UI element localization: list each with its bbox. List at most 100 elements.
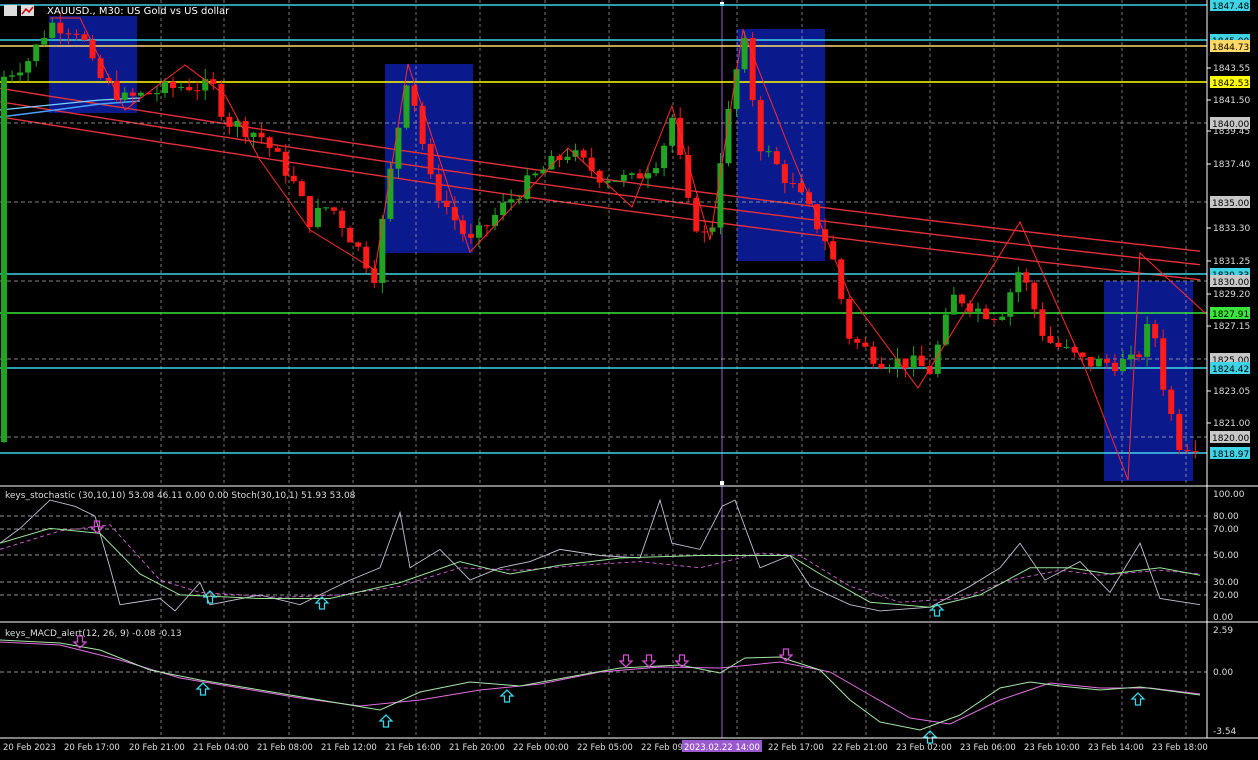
- candle-body: [331, 207, 338, 211]
- window-menu-icon[interactable]: [4, 5, 17, 16]
- candle-body: [347, 228, 354, 243]
- candle-body: [1007, 292, 1014, 317]
- candle-body: [1079, 352, 1086, 357]
- candle-body: [975, 308, 982, 312]
- price-tick-label: 1821.00: [1213, 419, 1250, 429]
- time-tick-label: 20 Feb 17:00: [64, 743, 120, 753]
- candle-body: [443, 200, 450, 207]
- time-tick-label: 21 Feb 04:00: [193, 743, 249, 753]
- time-tick-label: 23 Feb 06:00: [960, 743, 1016, 753]
- chart-background: [0, 0, 1258, 756]
- candle-body: [789, 182, 796, 184]
- candle-body: [886, 367, 893, 369]
- time-tick-label: 23 Feb 14:00: [1088, 743, 1144, 753]
- time-tick-label: 22 Feb 00:00: [513, 743, 569, 753]
- candle-body: [733, 69, 740, 109]
- time-tick-label: 21 Feb 12:00: [321, 743, 377, 753]
- candle-body: [371, 268, 378, 283]
- candle-body: [258, 132, 265, 138]
- candle-body: [564, 156, 571, 161]
- price-tick-label: 1823.05: [1213, 387, 1250, 397]
- candle-body: [653, 168, 660, 174]
- candle-body: [532, 173, 539, 176]
- time-tick-label: 22 Feb 05:00: [577, 743, 633, 753]
- candle-body: [797, 183, 804, 193]
- candle-body: [701, 231, 708, 233]
- candle-body: [854, 338, 861, 343]
- candle-body: [983, 308, 990, 319]
- chart-title: XAUUSD., M30: US Gold vs US dollar: [47, 6, 230, 17]
- candle-body: [492, 214, 499, 226]
- price-level-value: 1830.00: [1212, 278, 1249, 288]
- candle-body: [475, 225, 482, 238]
- price-tick-label: 1843.55: [1213, 64, 1250, 74]
- candle-body: [685, 154, 692, 198]
- candle-body: [862, 342, 869, 347]
- candle-body: [274, 148, 281, 152]
- candle-body: [878, 363, 885, 369]
- price-level-value: 1820.00: [1212, 434, 1249, 444]
- candle-body: [870, 346, 877, 364]
- chart-canvas[interactable]: 1843.551841.501839.451837.401833.301831.…: [0, 0, 1258, 756]
- time-tick-label: 22 Feb 21:00: [832, 743, 888, 753]
- candle-body: [709, 227, 716, 232]
- candle-body: [910, 355, 917, 369]
- candle-body: [298, 181, 305, 197]
- trading-chart-window[interactable]: 1843.55 1841.50 1839.45 1837.40 1833.30 1831.…: [0, 0, 1258, 756]
- candle-body: [17, 72, 24, 76]
- price-level-value: 1847.48: [1212, 2, 1249, 12]
- candle-body: [81, 34, 88, 40]
- candle-body: [749, 38, 756, 101]
- candle-body: [129, 92, 136, 96]
- candle-body: [41, 37, 48, 45]
- candle-body: [612, 180, 619, 182]
- macd-tick-label: 0.00: [1213, 668, 1233, 678]
- candle-body: [1176, 414, 1183, 450]
- candle-body: [153, 93, 160, 95]
- price-level-value: 1840.00: [1212, 120, 1249, 130]
- price-level-value: 1827.91: [1212, 310, 1249, 320]
- price-tick-label: 1841.50: [1213, 96, 1250, 106]
- candle-body: [958, 294, 965, 304]
- candle-body: [1087, 356, 1094, 367]
- candle-body: [282, 151, 289, 176]
- price-level-value: 1842.53: [1212, 79, 1249, 89]
- macd-tick-label: -3.54: [1213, 727, 1237, 737]
- candle-body: [636, 173, 643, 179]
- candle-body: [427, 144, 434, 175]
- candle-body: [1039, 309, 1046, 336]
- price-level-value: 1824.42: [1212, 365, 1249, 375]
- macd-panel-title: keys_MACD_alert(12, 26, 9) -0.08 -0.13: [5, 629, 182, 639]
- candle-body: [1184, 449, 1191, 452]
- candle-body: [1152, 324, 1159, 339]
- candle-body: [49, 22, 56, 38]
- candle-body: [65, 33, 72, 35]
- time-tick-label: 20 Feb 2023: [3, 743, 56, 753]
- time-tick-label: 22 Feb 09:: [641, 743, 686, 753]
- candle-body: [999, 316, 1006, 320]
- candle-body: [314, 207, 321, 228]
- price-tick-label: 1831.25: [1213, 257, 1250, 267]
- candle-body: [1136, 354, 1143, 357]
- candle-body: [306, 196, 313, 228]
- candle-body: [1192, 451, 1199, 453]
- candle-body: [500, 202, 507, 215]
- candle-body: [950, 294, 957, 315]
- stoch-tick-label: 70.00: [1213, 525, 1239, 535]
- candle-body: [1111, 362, 1118, 372]
- candle-body: [1168, 389, 1175, 415]
- price-tick-label: 1837.40: [1213, 160, 1250, 170]
- price-level-value: 1844.73: [1212, 43, 1249, 53]
- candle-body: [484, 225, 490, 227]
- candle-body: [266, 137, 273, 149]
- candle-body: [765, 151, 772, 153]
- time-tick-label: 23 Feb 18:00: [1152, 743, 1208, 753]
- candle-body: [403, 85, 410, 128]
- time-crosshair-label: 2023.02.22 14:00: [684, 743, 760, 753]
- candle-body: [757, 100, 764, 152]
- candle-body: [773, 151, 780, 165]
- candle-body: [355, 242, 362, 247]
- candle-body: [588, 157, 595, 171]
- candle-body: [693, 197, 700, 232]
- price-tick-label: 1833.30: [1213, 224, 1250, 234]
